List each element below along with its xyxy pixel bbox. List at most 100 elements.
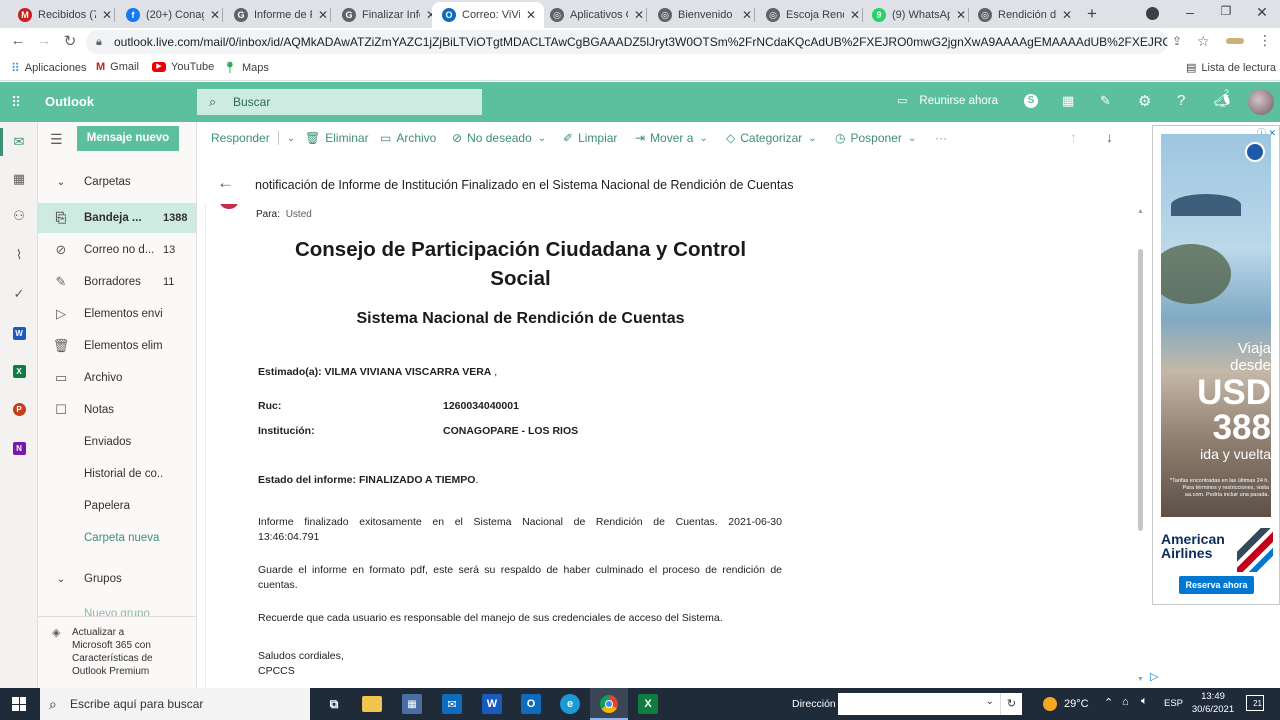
settings-gear-icon[interactable]: ⚙	[1138, 92, 1151, 110]
reload-button[interactable]: ↻	[60, 32, 80, 52]
volume-icon[interactable]: 🔈︎	[1141, 695, 1148, 708]
chevron-down-icon[interactable]: ⌄	[287, 133, 295, 144]
search-input[interactable]: ⌕ Buscar	[197, 89, 482, 115]
tab-close-icon[interactable]: ✕	[100, 8, 114, 22]
adchoices-play-icon[interactable]: ▷	[1150, 670, 1158, 683]
chrome-app-active[interactable]	[590, 688, 628, 720]
notification-center-icon[interactable]: 21	[1246, 695, 1264, 711]
meet-now-button[interactable]: ▭ Reunirse ahora	[897, 94, 998, 108]
tray-chevron-up-icon[interactable]: ⌃	[1104, 696, 1113, 709]
ad-banner[interactable]: ⓘ ✕ Viaja desde USD 388 ida y vuelta *Ta…	[1152, 125, 1280, 605]
folder-item[interactable]: ⊘ Correo no d... 13	[38, 235, 196, 265]
chevron-down-icon[interactable]: ⌄	[986, 696, 994, 707]
office-icon[interactable]: ▦	[1062, 93, 1074, 109]
more-actions-button[interactable]: ···	[935, 131, 947, 145]
skype-icon[interactable]: S	[1024, 94, 1038, 108]
delete-button[interactable]: 🗑︎ Eliminar	[305, 131, 369, 145]
sweep-button[interactable]: ✐ Limpiar	[563, 131, 617, 145]
tab-close-icon[interactable]: ✕	[316, 8, 330, 22]
language-indicator[interactable]: ESP	[1164, 698, 1183, 709]
edge-app-icon[interactable]: e	[560, 694, 580, 714]
browser-tab[interactable]: f (20+) Conagop ✕	[116, 2, 228, 28]
browser-tab[interactable]: ◎ Bienvenido | ✕	[648, 2, 760, 28]
extension-icon[interactable]	[1226, 38, 1244, 44]
powerpoint-icon[interactable]: P	[10, 400, 28, 418]
tab-close-icon[interactable]: ✕	[1060, 8, 1074, 22]
browser-tab[interactable]: G Finalizar Info ✕	[332, 2, 444, 28]
todo-check-icon[interactable]: ✓	[10, 285, 28, 303]
tab-close-icon[interactable]: ✕	[632, 8, 646, 22]
weather-widget[interactable]: 29°C	[1043, 697, 1089, 711]
excel-app-icon[interactable]: X	[638, 694, 658, 714]
word-icon[interactable]: W	[10, 324, 28, 342]
tab-close-icon[interactable]: ✕	[740, 8, 754, 22]
scrollbar-thumb[interactable]	[1138, 249, 1143, 531]
hamburger-menu-icon[interactable]: ☰	[50, 131, 63, 148]
tab-close-icon[interactable]: ✕	[208, 8, 222, 22]
outlook-app-icon[interactable]: O	[521, 694, 541, 714]
clock[interactable]: 13:49 30/6/2021	[1190, 690, 1236, 716]
calendar-icon[interactable]: ▦	[10, 170, 28, 188]
address-go-icon[interactable]: ↻	[1000, 693, 1022, 715]
bookmark-star-icon[interactable]: ☆	[1197, 33, 1210, 50]
mail-icon[interactable]: ✉	[10, 133, 28, 151]
forward-button[interactable]: →	[34, 32, 54, 52]
new-tab-button[interactable]: +	[1083, 4, 1101, 24]
move-to-button[interactable]: ⇥ Mover a ⌄	[635, 131, 708, 145]
folder-item[interactable]: Papelera	[38, 491, 196, 521]
help-icon[interactable]: ?	[1177, 92, 1185, 109]
address-toolbar-input[interactable]: ⌄	[838, 693, 1000, 715]
tab-close-icon[interactable]: ✕	[954, 8, 968, 22]
reading-list[interactable]: ▤ Lista de lectura	[1186, 61, 1276, 75]
tab-search-icon[interactable]	[1146, 7, 1159, 20]
tab-close-icon[interactable]: ✕	[524, 8, 538, 22]
bookmark-youtube[interactable]: ▶ YouTube	[152, 61, 214, 73]
browser-tab[interactable]: O Correo: ViVi ✕	[432, 2, 544, 28]
new-message-button[interactable]: Mensaje nuevo	[77, 126, 179, 151]
scroll-up-arrow-icon[interactable]: ▲	[1137, 208, 1144, 215]
browser-tab[interactable]: 9 (9) WhatsApp ✕	[862, 2, 974, 28]
back-arrow-icon[interactable]: ←	[217, 173, 234, 193]
close-window-button[interactable]: ✕	[1252, 4, 1272, 24]
new-group-link[interactable]: Nuevo grupo	[84, 608, 150, 616]
reading-pane-scrollbar[interactable]: ▲ ▼	[1135, 204, 1147, 688]
back-button[interactable]: ←	[8, 32, 28, 52]
browser-tab[interactable]: M Recibidos (78 ✕	[8, 2, 120, 28]
premium-promo[interactable]: ◈ Actualizar a Microsoft 365 con Caracte…	[38, 616, 196, 688]
folder-item[interactable]: Historial de co...	[38, 459, 196, 489]
my-day-icon[interactable]: ✎	[1100, 93, 1111, 109]
menu-dots-icon[interactable]: ⋮	[1258, 32, 1272, 49]
people-icon[interactable]: ⚇	[10, 207, 28, 225]
avatar[interactable]	[1248, 89, 1274, 115]
archive-button[interactable]: ▭ Archivo	[380, 131, 436, 145]
task-view-icon[interactable]: ⧉	[324, 694, 344, 714]
windows-start-icon[interactable]	[12, 697, 26, 711]
scroll-down-arrow-icon[interactable]: ▼	[1137, 676, 1144, 683]
folder-item[interactable]: ▭ Archivo	[38, 363, 196, 393]
bookmark-gmail[interactable]: M Gmail	[96, 61, 139, 73]
onenote-icon[interactable]: N	[10, 439, 28, 457]
minimize-button[interactable]: –	[1180, 4, 1200, 24]
book-now-button[interactable]: Reserva ahora	[1179, 576, 1254, 594]
browser-tab[interactable]: ◎ Aplicativos C ✕	[540, 2, 652, 28]
excel-icon[interactable]: X	[10, 362, 28, 380]
tab-close-icon[interactable]: ✕	[848, 8, 862, 22]
taskbar-search-input[interactable]: ⌕ Escribe aquí para buscar	[40, 688, 310, 720]
microsoft-store-icon[interactable]: ▦	[402, 694, 422, 714]
categorize-button[interactable]: ◇ Categorizar ⌄	[726, 131, 817, 145]
bookmark-maps[interactable]: 📍︎ Maps	[223, 61, 269, 75]
folder-item[interactable]: Enviados	[38, 427, 196, 457]
file-explorer-icon[interactable]	[362, 696, 382, 712]
address-bar[interactable]: 🔒︎ outlook.live.com/mail/0/inbox/id/AQMk…	[86, 30, 1168, 54]
folder-item[interactable]: ⎘ Bandeja ... 1388	[38, 203, 196, 233]
reply-button[interactable]: Responder ⌄	[211, 131, 295, 145]
share-icon[interactable]: ⇪	[1172, 34, 1182, 48]
folder-item[interactable]: ✎ Borradores 11	[38, 267, 196, 297]
previous-message-arrow-icon[interactable]: ↑	[1070, 129, 1077, 145]
network-icon[interactable]: ⌂	[1122, 696, 1129, 708]
folder-item[interactable]: ☐ Notas	[38, 395, 196, 425]
snooze-button[interactable]: ◷ Posponer ⌄	[835, 131, 916, 145]
new-folder-link[interactable]: Carpeta nueva	[84, 532, 159, 544]
word-app-icon[interactable]: W	[482, 694, 502, 714]
browser-tab[interactable]: G Informe de R ✕	[224, 2, 336, 28]
